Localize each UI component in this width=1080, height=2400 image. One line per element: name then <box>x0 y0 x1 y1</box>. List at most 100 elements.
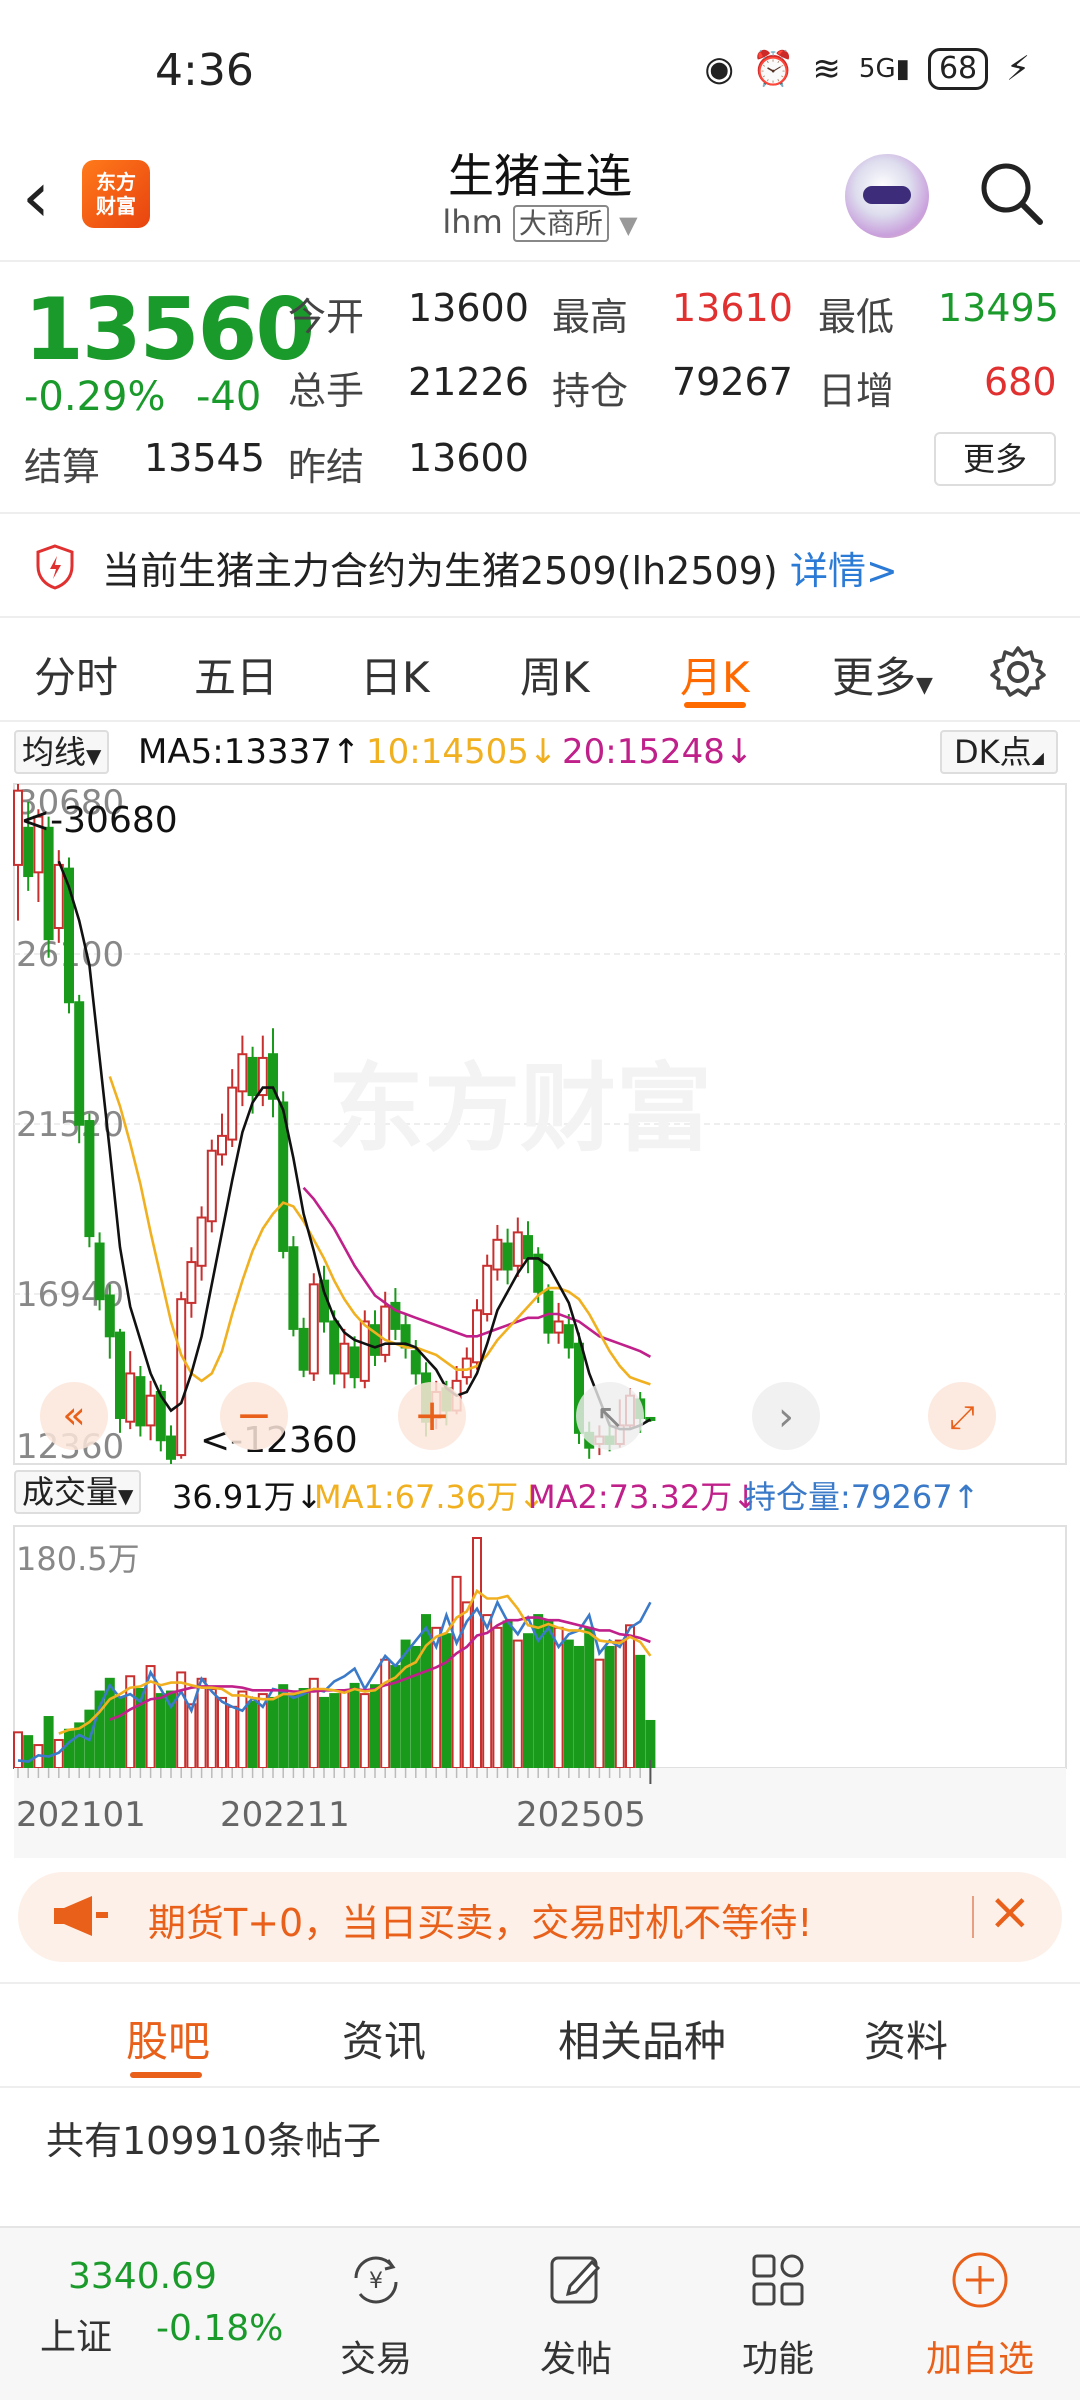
volume-bar <box>523 1633 533 1769</box>
candle-body <box>217 1134 227 1156</box>
charging-icon: ⚡ <box>1006 49 1030 89</box>
candle-body <box>492 1238 503 1271</box>
candle-body <box>359 1320 370 1382</box>
candle-body <box>186 1261 197 1304</box>
cursor-icon: ↖ <box>596 1397 625 1437</box>
trade-button[interactable]: ¥ 交易 <box>306 2238 446 2382</box>
alarm-icon: ⏰ <box>752 49 795 89</box>
volume-bar <box>247 1700 258 1770</box>
period-tabs: 分时 五日 日K 周K 月K 更多▼ <box>0 620 1080 720</box>
tab-forum[interactable]: 股吧 <box>126 2008 210 2069</box>
volume-bar <box>512 1639 523 1769</box>
assistant-robot-icon[interactable] <box>845 154 929 238</box>
status-bar: 4:36 ◉ ⏰ ≋ 5G▮ 68 ⚡ <box>0 0 1080 140</box>
tab-profile[interactable]: 资料 <box>864 2008 948 2069</box>
function-label: 功能 <box>741 2339 814 2380</box>
add-watchlist-label: 加自选 <box>925 2339 1034 2380</box>
volume-bar <box>635 1654 646 1770</box>
candle-body <box>74 1001 85 1126</box>
index-value: 3340.69 <box>68 2256 217 2297</box>
index-name: 上证 <box>40 2317 113 2358</box>
kline-chart[interactable]: 东方财富 3068026100215201694012360 <-30680 <… <box>0 780 1080 1860</box>
expand-icon: ⤢ <box>949 1398 975 1436</box>
volume-bar <box>43 1716 54 1769</box>
volume-bar <box>13 1731 23 1770</box>
volume-bar <box>482 1614 493 1770</box>
gear-icon[interactable] <box>988 642 1048 702</box>
plus-icon: + <box>414 1390 451 1441</box>
volume-bar <box>329 1693 340 1769</box>
quote-panel: 13560 -0.29% -40 今开 13600 最高 13610 最低 13… <box>0 262 1080 512</box>
x-axis: 202101 202211 202505 <box>14 1760 1066 1858</box>
candle-body <box>227 1086 238 1141</box>
tab-daily-k[interactable]: 日K <box>360 644 430 705</box>
volume-bar <box>563 1639 574 1769</box>
volume-bar <box>604 1645 615 1770</box>
post-button[interactable]: 发帖 <box>506 2238 646 2382</box>
ma20-value: 20:15248↓ <box>562 732 754 772</box>
post-count: 共有109910条帖子 <box>46 2119 382 2163</box>
open-value: 13600 <box>408 286 529 330</box>
volume-indicator-selector[interactable]: 成交量▼ <box>14 1470 142 1514</box>
trade-label: 交易 <box>339 2339 412 2380</box>
candle-body <box>43 826 54 941</box>
volume-ma2: MA2:73.32万↓ <box>528 1478 760 1516</box>
dk-point-button[interactable]: DK点◢ <box>940 730 1058 774</box>
volume-bar <box>370 1684 380 1769</box>
volume-bar <box>574 1645 584 1770</box>
tab-five-day[interactable]: 五日 <box>194 644 278 705</box>
change-value: -40 <box>196 374 262 420</box>
top-nav: ‹ 东方 财富 生猪主连 lhm 大商所 ▼ <box>0 140 1080 260</box>
volume-bar <box>278 1684 289 1769</box>
plus-circle-icon <box>952 2252 1008 2308</box>
indicator-selector[interactable]: 均线▼ <box>14 730 110 774</box>
candle-body <box>512 1231 523 1267</box>
candle-body <box>53 863 64 930</box>
yen-refresh-icon: ¥ <box>354 2256 398 2304</box>
exchange-badge: 大商所 <box>512 205 609 242</box>
volume-bar <box>584 1626 595 1769</box>
open-label: 今开 <box>288 295 365 339</box>
volume-bar <box>176 1671 187 1769</box>
search-icon[interactable] <box>978 160 1044 226</box>
x-tick-label: 202211 <box>220 1795 350 1835</box>
function-button[interactable]: 功能 <box>708 2238 848 2382</box>
close-icon[interactable]: × <box>988 1882 1032 1942</box>
notice-detail-link[interactable]: 详情> <box>790 540 898 595</box>
ma-legend-bar: 均线▼ MA5:13337↑ 10:14505↓ 20:15248↓ DK点◢ <box>0 724 1080 780</box>
battery-icon: 68 <box>927 48 989 90</box>
volume-bar <box>543 1620 554 1769</box>
last-price: 13560 <box>24 280 315 380</box>
chevron-right-icon: › <box>778 1394 794 1440</box>
index-change: -0.18% <box>156 2308 284 2349</box>
volume-bar <box>115 1696 125 1769</box>
tab-more[interactable]: 更多▼ <box>832 644 933 705</box>
post-label: 发帖 <box>539 2339 612 2380</box>
volume-bar <box>268 1696 278 1769</box>
volume-bar <box>288 1693 299 1769</box>
main-contract-notice: 当前生猪主力合约为生猪2509(lh2509) 详情> <box>0 516 1080 616</box>
status-time: 4:36 <box>155 45 254 96</box>
tab-news[interactable]: 资讯 <box>342 2008 426 2069</box>
open-interest-label: 持仓 <box>552 369 629 413</box>
double-chevron-left-icon: « <box>62 1393 85 1437</box>
add-watchlist-button[interactable]: 加自选 <box>910 2238 1050 2382</box>
tab-weekly-k[interactable]: 周K <box>520 644 590 705</box>
ma5-value: MA5:13337↑ <box>138 732 361 772</box>
tab-monthly-k[interactable]: 月K <box>680 644 750 705</box>
volume-bar <box>451 1575 462 1769</box>
candle-body <box>543 1290 554 1334</box>
promo-banner[interactable]: 期货T+0，当日买卖，交易时机不等待! × <box>18 1872 1062 1962</box>
candle-body <box>410 1350 421 1375</box>
candle-body <box>237 1053 248 1093</box>
candle-body <box>298 1327 309 1371</box>
candle-body <box>288 1246 299 1330</box>
candle-body <box>145 1394 156 1427</box>
candle-body <box>523 1235 533 1260</box>
volume-bar <box>421 1614 431 1770</box>
tab-intraday[interactable]: 分时 <box>34 644 118 705</box>
more-button[interactable]: 更多 <box>934 432 1056 486</box>
tab-related[interactable]: 相关品种 <box>558 2008 726 2069</box>
candle-body <box>166 1435 176 1460</box>
edit-icon <box>550 2256 601 2304</box>
